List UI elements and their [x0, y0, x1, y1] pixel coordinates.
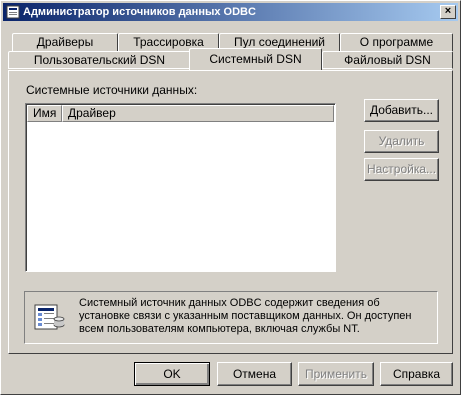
system-sources-label: Системные источники данных:	[26, 83, 198, 97]
system-dsn-list[interactable]: Имя Драйвер	[25, 103, 336, 272]
remove-button[interactable]: Удалить	[364, 130, 439, 153]
info-description: Системный источник данных ODBC содержит …	[79, 297, 434, 336]
cancel-button[interactable]: Отмена	[217, 362, 292, 386]
tab-system-dsn[interactable]: Системный DSN	[189, 48, 322, 70]
odbc-datasource-icon	[34, 304, 65, 330]
help-button[interactable]: Справка	[380, 362, 453, 386]
configure-button[interactable]: Настройка...	[364, 158, 439, 181]
ok-button[interactable]: OK	[134, 362, 210, 386]
info-line: установке связи с указанным поставщиком …	[79, 310, 412, 322]
tab-drivers[interactable]: Драйверы	[12, 33, 118, 51]
tab-user-dsn[interactable]: Пользовательский DSN	[8, 51, 191, 69]
add-button[interactable]: Добавить...	[364, 99, 439, 122]
tab-file-dsn[interactable]: Файловый DSN	[322, 51, 453, 69]
tab-label: Трассировка	[133, 35, 204, 49]
tab-label: Файловый DSN	[344, 53, 431, 67]
window-title: Администратор источников данных ODBC	[23, 6, 256, 18]
column-header-name[interactable]: Имя	[27, 105, 62, 122]
tab-label: Драйверы	[36, 35, 94, 49]
close-button[interactable]: ×	[440, 5, 456, 19]
info-line: Системный источник данных ODBC содержит …	[79, 297, 380, 309]
tab-label: Пользовательский DSN	[33, 53, 166, 67]
close-icon: ×	[444, 5, 452, 17]
tab-label: Пул соединений	[234, 35, 325, 49]
apply-button[interactable]: Применить	[298, 362, 374, 386]
tab-label: Системный DSN	[209, 52, 302, 66]
title-bar[interactable]: Администратор источников данных ODBC ×	[3, 3, 458, 21]
odbc-app-icon	[6, 5, 20, 19]
column-header-driver[interactable]: Драйвер	[62, 105, 334, 122]
info-line: всем пользователям компьютера, включая с…	[79, 323, 360, 335]
tab-label: О программе	[359, 35, 434, 49]
odbc-admin-window: Администратор источников данных ODBC × Д…	[0, 0, 461, 395]
tab-about[interactable]: О программе	[340, 33, 453, 51]
